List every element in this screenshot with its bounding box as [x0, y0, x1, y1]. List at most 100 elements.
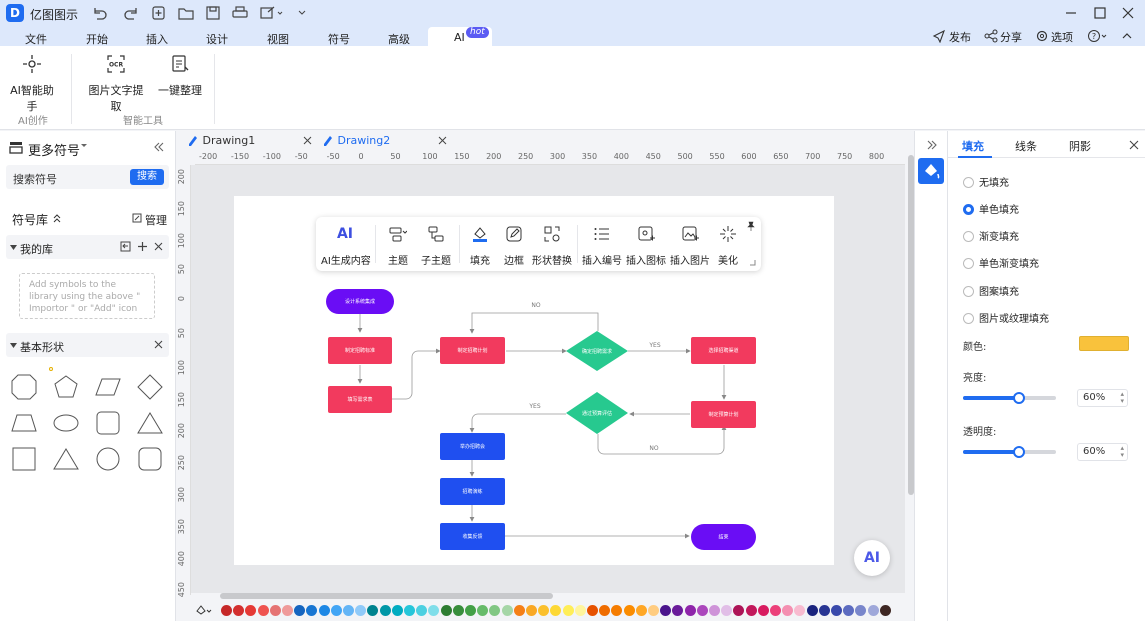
color-swatch[interactable]	[623, 605, 635, 616]
option-pattern-fill[interactable]: 图案填充	[963, 283, 1019, 298]
menu-file[interactable]: 文件	[25, 31, 47, 47]
color-swatch[interactable]	[843, 605, 855, 616]
color-swatch[interactable]	[355, 605, 367, 616]
radio-selected[interactable]	[963, 204, 974, 215]
shape-ellipse[interactable]	[52, 409, 80, 437]
brightness-input[interactable]: 60% ▴ ▾	[1077, 389, 1128, 407]
color-swatch[interactable]	[879, 605, 891, 616]
tab-drawing1[interactable]: Drawing1	[187, 134, 312, 151]
color-swatch[interactable]	[562, 605, 574, 616]
symbols-title[interactable]: 更多符号	[28, 140, 80, 159]
color-swatch[interactable]	[831, 605, 842, 616]
ai-assistant-button[interactable]: AI智能助手	[6, 54, 58, 114]
option-texture-fill[interactable]: 图片或纹理填充	[963, 310, 1049, 325]
option-mono-gradient-fill[interactable]: 单色渐变填充	[963, 255, 1039, 270]
beautify-button[interactable]: 美化	[716, 225, 740, 267]
menu-home[interactable]: 开始	[86, 31, 108, 47]
color-swatch[interactable]	[550, 605, 562, 616]
stepper-icon[interactable]: ▴ ▾	[1120, 445, 1124, 459]
color-swatch[interactable]	[684, 605, 696, 616]
color-swatch[interactable]	[611, 605, 623, 616]
caret-down-icon[interactable]	[80, 142, 88, 150]
share-button[interactable]: 分享	[1000, 29, 1022, 45]
manage-icon[interactable]	[132, 213, 142, 223]
color-swatch[interactable]	[269, 605, 281, 616]
shape-replace-button[interactable]: 形状替换	[530, 225, 574, 267]
menu-symbols[interactable]: 符号	[328, 31, 350, 47]
menu-advanced[interactable]: 高级	[388, 31, 410, 47]
shape-pentagon[interactable]	[52, 373, 80, 401]
color-swatch[interactable]	[416, 605, 428, 616]
shape-diamond[interactable]	[136, 373, 164, 401]
insert-icon-button[interactable]: 插入图标	[626, 225, 666, 267]
shape-trapezoid[interactable]	[10, 409, 38, 437]
new-file-icon[interactable]	[150, 5, 168, 21]
color-swatch[interactable]	[745, 605, 757, 616]
opacity-slider[interactable]	[963, 446, 1056, 458]
color-swatch[interactable]	[721, 605, 733, 616]
chevron-up-icon[interactable]	[52, 213, 62, 223]
close-icon[interactable]	[438, 136, 447, 145]
color-swatch[interactable]	[794, 605, 806, 616]
basic-shapes-header[interactable]: 基本形状	[6, 333, 169, 357]
undo-icon[interactable]	[90, 5, 108, 21]
customize-quick-access-icon[interactable]	[294, 5, 312, 21]
redo-icon[interactable]	[123, 5, 141, 21]
color-swatch[interactable]	[404, 605, 415, 616]
options-button[interactable]: 选项	[1051, 29, 1073, 45]
color-swatch[interactable]	[635, 605, 647, 616]
shape-circle[interactable]	[94, 445, 122, 473]
shape-square[interactable]	[10, 445, 38, 473]
color-swatch[interactable]	[818, 605, 830, 616]
save-icon[interactable]	[204, 5, 222, 21]
fill-button[interactable]: 填充	[466, 225, 494, 267]
ai-generate-button[interactable]: AI AI生成内容	[321, 225, 371, 267]
auto-arrange-button[interactable]: 一键整理	[158, 54, 202, 98]
fill-bucket-icon[interactable]	[195, 604, 215, 618]
tab-fill[interactable]: 填充	[962, 138, 984, 154]
option-no-fill[interactable]: 无填充	[963, 174, 1009, 189]
color-swatch[interactable]	[709, 605, 720, 616]
color-swatch[interactable]	[526, 605, 537, 616]
color-swatch[interactable]	[867, 605, 879, 616]
resize-corner-icon[interactable]	[749, 259, 756, 266]
gear-icon[interactable]	[1035, 29, 1049, 43]
slider-knob[interactable]	[1012, 392, 1025, 404]
shape-triangle[interactable]	[136, 409, 164, 437]
insert-number-button[interactable]: 插入编号	[582, 225, 622, 267]
color-swatch[interactable]	[367, 605, 379, 616]
manage-button[interactable]: 管理	[145, 212, 167, 228]
color-swatch[interactable]	[440, 605, 452, 616]
close-icon[interactable]	[153, 241, 164, 252]
maximize-icon[interactable]	[1090, 3, 1110, 23]
border-button[interactable]: 边框	[500, 225, 528, 267]
color-swatch[interactable]	[233, 605, 245, 616]
color-swatch[interactable]	[221, 605, 232, 616]
open-folder-icon[interactable]	[177, 5, 195, 21]
shape-triangle-outline[interactable]	[52, 445, 80, 473]
radio[interactable]	[963, 286, 974, 297]
fill-panel-icon[interactable]	[918, 158, 944, 184]
collapse-ribbon-icon[interactable]	[1120, 29, 1134, 43]
color-swatch[interactable]	[245, 605, 257, 616]
radio[interactable]	[963, 258, 974, 269]
color-swatch[interactable]	[306, 605, 318, 616]
color-swatch[interactable]	[733, 605, 745, 616]
collapse-panel-icon[interactable]	[152, 140, 166, 154]
color-swatch[interactable]	[379, 605, 391, 616]
option-solid-fill[interactable]: 单色填充	[963, 201, 1019, 216]
import-icon[interactable]	[120, 241, 131, 252]
menu-ai[interactable]: AI	[454, 31, 465, 44]
publish-button[interactable]: 发布	[949, 29, 971, 45]
my-library-header[interactable]: 我的库	[6, 235, 169, 259]
fill-color-picker[interactable]	[1079, 336, 1129, 351]
horizontal-scrollbar[interactable]	[220, 593, 553, 599]
color-swatch[interactable]	[428, 605, 440, 616]
shape-octagon[interactable]	[10, 373, 38, 401]
color-swatch[interactable]	[770, 605, 781, 616]
color-swatch[interactable]	[648, 605, 659, 616]
tab-shadow[interactable]: 阴影	[1069, 138, 1091, 154]
color-swatch[interactable]	[672, 605, 684, 616]
flowchart-nodes[interactable]: 设计系统集成 制定招聘标准 填写需求表 制定招聘计划 确定招聘需求 选择招聘渠道…	[326, 289, 756, 550]
color-swatch[interactable]	[343, 605, 354, 616]
